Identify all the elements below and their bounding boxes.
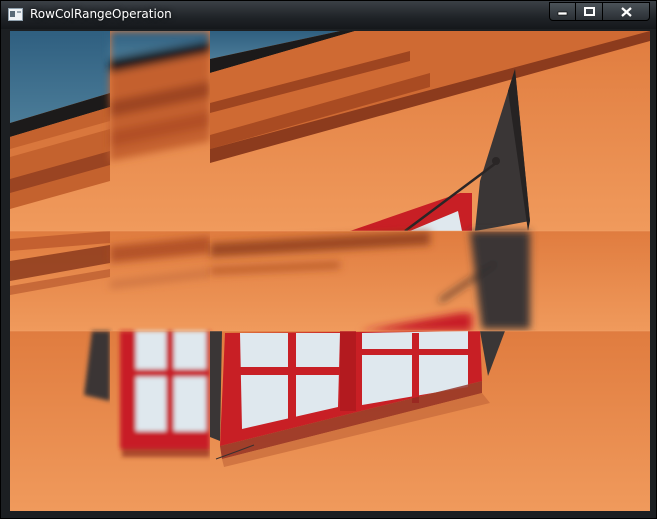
tile-r3-c2 <box>110 331 210 511</box>
window-title: RowColRangeOperation <box>30 7 172 21</box>
image-view <box>10 31 650 511</box>
tile-r1-c2 <box>110 31 210 231</box>
minimize-icon <box>557 11 568 16</box>
app-window: RowColRangeOperation <box>0 0 657 519</box>
tile-r2-c3 <box>210 231 650 331</box>
maximize-icon <box>583 7 595 16</box>
app-icon <box>8 8 23 21</box>
window-controls <box>549 2 650 21</box>
tile-r3-c3 <box>210 331 650 511</box>
minimize-button[interactable] <box>549 2 576 21</box>
tile-r2-c2 <box>110 231 210 331</box>
title-bar[interactable]: RowColRangeOperation <box>1 1 656 29</box>
tile-r1-c3 <box>210 31 650 233</box>
maximize-button[interactable] <box>576 2 603 21</box>
tile-r1-c1 <box>10 31 110 231</box>
tile-r2-c1 <box>10 231 110 331</box>
close-icon <box>620 6 632 17</box>
building-photo <box>10 31 650 511</box>
tile-r3-c1 <box>10 331 110 511</box>
close-button[interactable] <box>603 2 650 21</box>
